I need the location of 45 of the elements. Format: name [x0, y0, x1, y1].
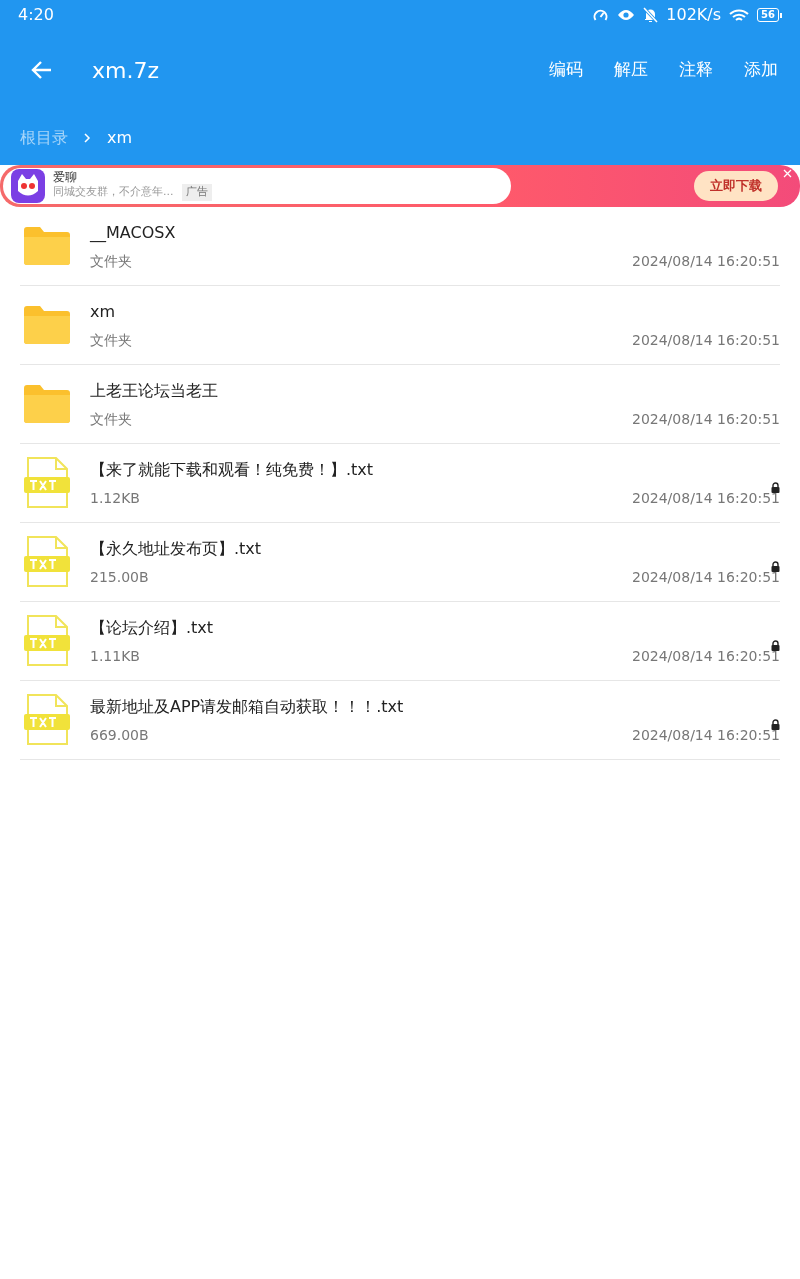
file-name[interactable]: 【来了就能下载和观看！纯免费！】.txt [90, 457, 632, 482]
ad-tag: 广告 [181, 184, 212, 201]
file-info: 215.00B [90, 567, 150, 587]
file-date: 2024/08/14 16:20:51 [631, 489, 780, 508]
file-date: 2024/08/14 16:20:51 [631, 252, 780, 271]
file-info: 文件夹 [90, 330, 133, 350]
file-name[interactable]: xm [90, 299, 632, 324]
ad-text: 同城交友群，不介意年... [53, 184, 174, 201]
wifi-icon [729, 7, 750, 23]
close-icon[interactable] [783, 169, 792, 178]
text-file-icon [24, 694, 70, 746]
folder-icon [24, 306, 70, 344]
back-icon[interactable] [30, 60, 52, 80]
file-name[interactable]: 【论坛介绍】.txt [90, 615, 632, 640]
file-info: 669.00B [90, 725, 150, 745]
download-button[interactable]: 立即下载 [694, 171, 778, 201]
battery-icon: 56 [757, 8, 782, 22]
folder-icon [24, 385, 70, 423]
text-file-icon [24, 536, 70, 588]
file-date: 2024/08/14 16:20:51 [631, 647, 780, 666]
file-info: 1.12KB [90, 488, 141, 508]
muted-bell-icon [643, 7, 659, 23]
app-logo-icon [11, 169, 45, 203]
file-date: 2024/08/14 16:20:51 [631, 726, 780, 745]
file-name[interactable]: __MACOSX [90, 220, 632, 245]
text-file-icon [24, 615, 70, 667]
file-name[interactable]: 上老王论坛当老王 [90, 378, 632, 403]
speedometer-icon [592, 7, 610, 23]
file-date: 2024/08/14 16:20:51 [631, 331, 780, 350]
status-time: 4:20 [18, 4, 54, 26]
file-name[interactable]: 最新地址及APP请发邮箱自动获取！！！.txt [90, 694, 632, 719]
file-info: 1.11KB [90, 646, 141, 666]
chevron-icon [84, 132, 91, 143]
folder-icon [24, 227, 70, 265]
ad-app-name: 爱聊 [53, 171, 78, 185]
file-info: 文件夹 [90, 409, 133, 429]
file-date: 2024/08/14 16:20:51 [631, 568, 780, 587]
eye-icon [617, 9, 636, 21]
ad-banner[interactable]: 爱聊 同城交友群，不介意年... 广告 立即下载 [0, 165, 800, 207]
file-name[interactable]: 【永久地址发布页】.txt [90, 536, 632, 561]
archive-title: xm.7z [92, 56, 159, 85]
text-file-icon [24, 457, 70, 509]
file-date: 2024/08/14 16:20:51 [631, 410, 780, 429]
file-info: 文件夹 [90, 251, 133, 271]
network-speed: 102K/s [666, 4, 722, 26]
